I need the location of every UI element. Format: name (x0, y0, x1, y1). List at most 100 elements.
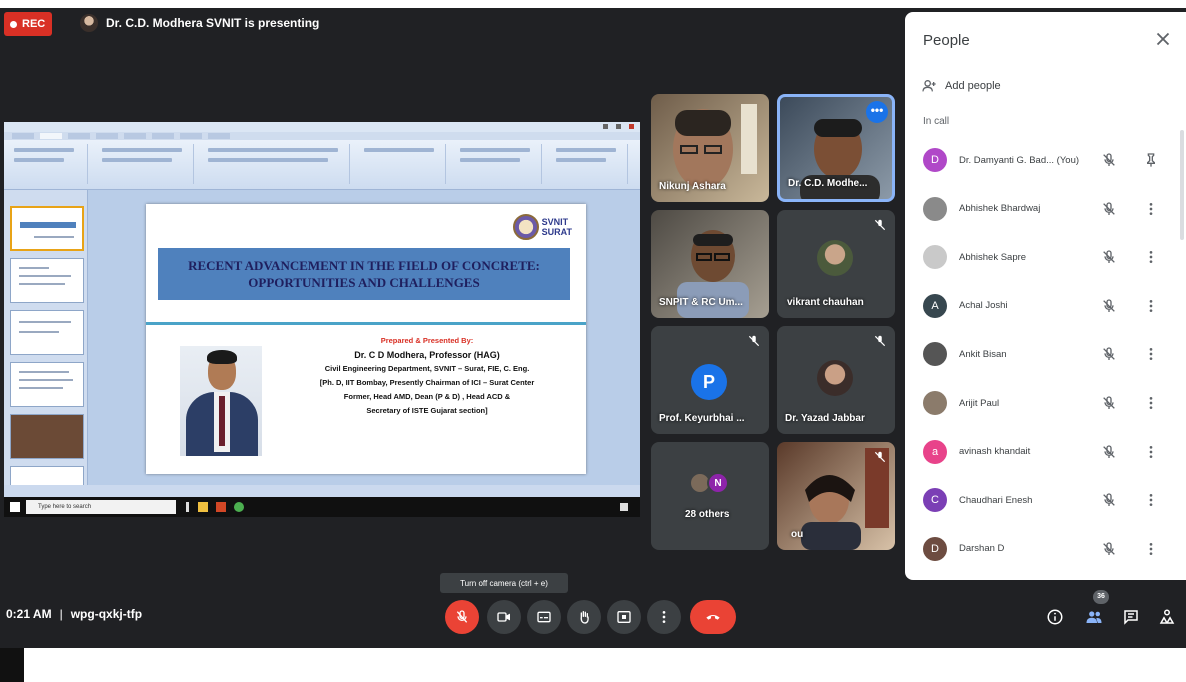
ppt-ribbon (4, 140, 640, 190)
mic-toggle-button[interactable] (445, 600, 479, 634)
people-button[interactable] (1083, 606, 1105, 628)
participant-row[interactable]: Ankit Bisan (905, 334, 1186, 374)
raise-hand-button[interactable] (567, 600, 601, 634)
more-vert-icon[interactable] (1143, 492, 1159, 508)
more-vert-icon[interactable] (1143, 395, 1159, 411)
camera-tooltip: Turn off camera (ctrl + e) (440, 573, 568, 593)
more-vert-icon[interactable] (1143, 444, 1159, 460)
participant-row[interactable]: Abhishek Sapre (905, 237, 1186, 277)
participant-name: Abhishek Bhardwaj (959, 203, 1041, 215)
hand-icon (580, 611, 589, 624)
slide-thumbnail[interactable] (10, 362, 84, 407)
participant-avatar: C (923, 488, 947, 513)
participant-name: Chaudhari Enesh (959, 494, 1033, 506)
recording-badge: REC (4, 12, 52, 36)
mic-muted-icon (748, 335, 760, 347)
ppt-workspace: SVNIT SURAT RECENT ADVANCEMENT IN THE FI… (4, 190, 640, 511)
slide-thumbnail[interactable] (10, 414, 84, 459)
desktop-background (24, 648, 1186, 682)
more-options-button[interactable] (647, 600, 681, 634)
logo-text-line: SURAT (541, 227, 572, 237)
ribbon-row (460, 158, 520, 162)
video-tile[interactable]: Nikunj Ashara (651, 94, 769, 202)
record-dot-icon (10, 20, 17, 28)
participant-name: Achal Joshi (959, 300, 1008, 312)
more-vert-icon[interactable] (1143, 249, 1159, 265)
participant-row[interactable]: Abhishek Bhardwaj (905, 189, 1186, 229)
video-tile-active-speaker[interactable]: ••• Dr. C.D. Modhe... (777, 94, 895, 202)
mic-muted-icon (1103, 444, 1115, 458)
activities-button[interactable] (1156, 606, 1178, 628)
ribbon-row (208, 148, 338, 152)
participant-row[interactable]: a avinash khandait (905, 432, 1186, 472)
more-options-icon[interactable]: ••• (866, 101, 888, 123)
camera-toggle-button[interactable] (487, 600, 521, 634)
google-meet-window: REC Dr. C.D. Modhera SVNIT is presenting (0, 0, 1186, 682)
meeting-details-button[interactable] (1044, 606, 1066, 628)
add-people-button[interactable]: Add people (921, 78, 1001, 94)
participant-avatar: P (691, 364, 727, 400)
chat-button[interactable] (1120, 606, 1142, 628)
others-tile[interactable]: N 28 others (651, 442, 769, 550)
captions-button[interactable] (527, 600, 561, 634)
meeting-info: 0:21 AM | wpg-qxkj-tfp (6, 607, 142, 621)
ppt-tab (68, 133, 90, 139)
participant-row[interactable]: A Achal Joshi (905, 286, 1186, 326)
video-tile[interactable]: ou (777, 442, 895, 550)
close-icon[interactable] (1152, 28, 1174, 50)
desktop-edge (0, 648, 24, 682)
slide-thumbnail[interactable] (10, 310, 84, 355)
pin-icon[interactable] (1143, 152, 1159, 168)
chrome-icon (234, 502, 244, 512)
slide-thumbnail[interactable] (10, 258, 84, 303)
mic-muted-icon (1103, 542, 1115, 555)
mic-muted-icon (1103, 493, 1115, 507)
info-icon (1047, 609, 1063, 625)
presenting-banner: Dr. C.D. Modhera SVNIT is presenting (80, 14, 319, 32)
participant-avatar (817, 240, 853, 276)
participant-row[interactable]: C Chaudhari Enesh (905, 480, 1186, 520)
logo-text: SVNIT SURAT (542, 217, 572, 237)
participant-avatar: A (923, 293, 947, 318)
mic-muted-icon (874, 335, 886, 347)
slide-title-banner: RECENT ADVANCEMENT IN THE FIELD OF CONCR… (158, 248, 570, 300)
tile-name: Prof. Keyurbhai ... (659, 413, 745, 424)
video-tile[interactable]: vikrant chauhan (777, 210, 895, 318)
participant-avatar (923, 196, 947, 221)
participant-avatar: D (923, 536, 947, 561)
more-vert-icon[interactable] (1143, 298, 1159, 314)
ppt-tab (12, 133, 34, 139)
more-vert-icon (662, 611, 666, 623)
video-tile[interactable]: SNPIT & RC Um... (651, 210, 769, 318)
taskview-icon (186, 502, 189, 512)
add-people-label: Add people (945, 80, 1001, 92)
credit-line: Civil Engineering Department, SVNIT – Su… (324, 364, 530, 373)
more-vert-icon[interactable] (1143, 541, 1159, 557)
more-vert-icon[interactable] (1143, 346, 1159, 362)
credit-line: Former, Head AMD, Dean (P & D) , Head AC… (343, 392, 511, 401)
video-tile[interactable]: Dr. Yazad Jabbar (777, 326, 895, 434)
ppt-status-bar (4, 485, 640, 497)
video-tile[interactable]: P Prof. Keyurbhai ... (651, 326, 769, 434)
person-add-icon (922, 80, 936, 92)
slide-thumbnail[interactable] (10, 206, 84, 251)
svnit-seal-icon (512, 214, 539, 240)
participant-row[interactable]: D Darshan D (905, 529, 1186, 569)
photo-hair (207, 350, 237, 364)
participant-avatar (817, 360, 853, 396)
mic-muted-icon (1103, 153, 1115, 166)
participant-avatar: a (923, 439, 947, 464)
present-now-button[interactable] (607, 600, 641, 634)
participant-avatar (923, 342, 947, 367)
participant-row[interactable]: Arijit Paul (905, 383, 1186, 423)
ribbon-row (14, 158, 64, 162)
tile-name: vikrant chauhan (787, 297, 864, 308)
participant-avatar: D (923, 148, 947, 172)
people-icon (1086, 611, 1102, 623)
photo-tie (219, 396, 225, 446)
more-vert-icon[interactable] (1143, 201, 1159, 217)
leave-call-button[interactable] (690, 600, 736, 634)
activities-icon (1159, 609, 1175, 624)
thumb-line (19, 267, 49, 269)
participant-row[interactable]: D Dr. Damyanti G. Bad... (You) (905, 140, 1186, 180)
